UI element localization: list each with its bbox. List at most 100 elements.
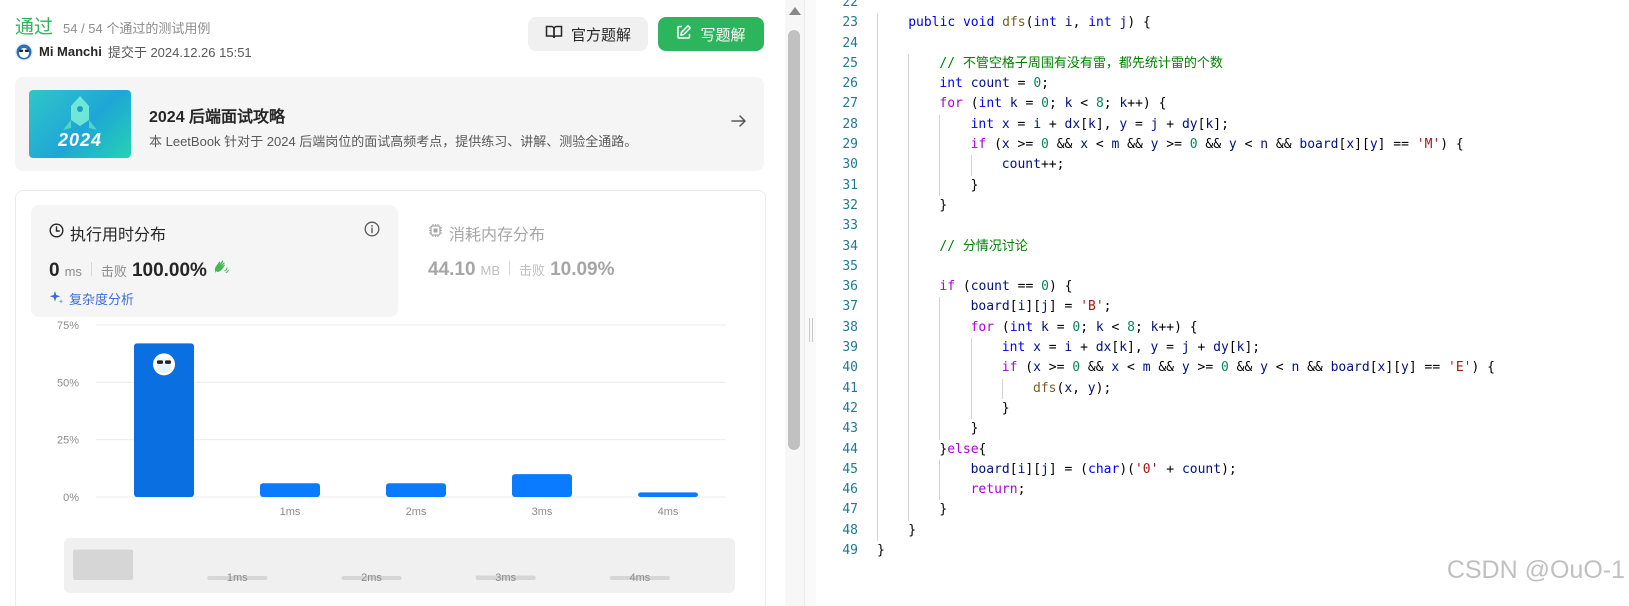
code-line[interactable]: 39 int x = i + dx[k], y = j + dy[k];: [816, 338, 1629, 359]
code-line[interactable]: 31}: [816, 175, 1629, 196]
code-line[interactable]: 25 // 不管空格子周围有没有雷，都先统计雷的个数: [816, 53, 1629, 75]
panel-resize-divider[interactable]: [804, 0, 816, 606]
code-line[interactable]: 45 board[i][j] = (char)('0' + count);: [816, 459, 1629, 481]
code-line[interactable]: 30 count++;: [816, 155, 1629, 176]
status-passed: 通过: [15, 17, 54, 38]
left-panel-scrollbar[interactable]: [785, 0, 804, 606]
code-line[interactable]: 28 int x = i + dx[k], y = j + dy[k];: [816, 114, 1629, 136]
code-line[interactable]: 32}: [816, 195, 1629, 217]
indent-guide: [877, 480, 878, 501]
code-token: ;: [1080, 319, 1096, 335]
code-line[interactable]: 38 for (int k = 0; k < 8; k++) {: [816, 317, 1629, 339]
code-line[interactable]: 48}: [816, 520, 1629, 542]
y-tick-label: 50%: [57, 377, 79, 389]
runtime-summary[interactable]: 执行用时分布 0 ms 击败 100.00% 复杂度分析: [31, 205, 398, 317]
code-line[interactable]: 42}: [816, 398, 1629, 420]
code-token: 8: [1095, 96, 1104, 112]
write-solution-button[interactable]: 写题解: [658, 17, 764, 51]
code-token: char: [1088, 461, 1120, 477]
code-token: // 不管空格子周围有没有雷，都先统计雷的个数: [939, 55, 1223, 71]
code-token: =: [1158, 340, 1182, 356]
x-tick-label: 3ms: [532, 506, 553, 518]
scroll-up-arrow-icon[interactable]: [789, 7, 801, 15]
runtime-distribution-chart[interactable]: 75% 50% 25% 0% 1ms 2ms 3ms 4ms: [31, 319, 751, 534]
line-number: 44: [842, 441, 858, 457]
code-token: ],: [1127, 340, 1151, 356]
code-line[interactable]: 27 for (int k = 0; k < 8; k++) {: [816, 94, 1629, 115]
code-editor[interactable]: 22 23 public void dfs(int i, int j) {24 25/…: [816, 0, 1629, 606]
leetbook-card[interactable]: 2024 2024 后端面试攻略 本 LeetBook 针对于 2024 后端岗…: [15, 77, 764, 171]
code-token: ][: [1354, 137, 1370, 153]
code-line[interactable]: 36 if (count == 0) {: [816, 277, 1629, 298]
code-text: }else{: [939, 440, 986, 460]
code-text: dfs(x, y);: [1033, 379, 1111, 399]
code-line[interactable]: 35: [816, 256, 1629, 278]
code-line[interactable]: 47}: [816, 500, 1629, 521]
code-token: for: [970, 319, 995, 335]
code-token: k: [1095, 319, 1104, 335]
code-token: =: [1017, 96, 1042, 112]
code-line[interactable]: 43}: [816, 419, 1629, 440]
indent-guide: [877, 419, 878, 440]
indent-guide: [877, 13, 878, 34]
line-number: 23: [842, 15, 858, 31]
avatar-icon[interactable]: [15, 42, 33, 61]
code-line[interactable]: 24: [816, 33, 1629, 54]
indent-guide: [877, 500, 878, 521]
code-line[interactable]: 41 dfs(x, y);: [816, 378, 1629, 399]
code-token: int: [978, 96, 1003, 112]
code-token: int: [1001, 340, 1026, 356]
overview-tick-label: 1ms: [227, 572, 248, 584]
indent-guide: [908, 175, 910, 196]
code-token: return: [970, 482, 1018, 498]
code-token: void: [962, 15, 995, 31]
chart-bar[interactable]: [512, 474, 572, 497]
code-line[interactable]: 44 }else{: [816, 439, 1629, 460]
status-line: 通过 54 / 54 个通过的测试用例: [15, 12, 210, 39]
code-token: board: [1299, 137, 1339, 153]
code-token: ][: [1385, 360, 1402, 376]
code-token: <: [1267, 360, 1292, 376]
memory-summary[interactable]: 消耗内存分布 44.10 MB 击败 10.09%: [413, 205, 743, 317]
code-line[interactable]: 40 if (x >= 0 && x < m && y >= 0 && y < n…: [816, 358, 1629, 379]
code-line[interactable]: 23 public void dfs(int i, int j) {: [816, 13, 1629, 34]
code-line[interactable]: 22: [816, 0, 1629, 13]
complexity-analysis-link[interactable]: 复杂度分析: [49, 289, 134, 308]
code-token: k: [1041, 319, 1049, 335]
indent-guide: [939, 378, 941, 399]
code-line[interactable]: 37 board[i][j] = 'B';: [816, 297, 1629, 318]
code-token: x: [1033, 360, 1041, 376]
line-number: 40: [842, 360, 858, 376]
chart-bar[interactable]: [260, 483, 320, 497]
chart-bar[interactable]: [386, 483, 446, 497]
code-line[interactable]: 26 int count = 0;: [816, 74, 1629, 95]
scrollbar-thumb[interactable]: [788, 30, 800, 450]
code-token: 0: [1220, 360, 1229, 376]
chart-bar[interactable]: [638, 492, 698, 497]
code-line[interactable]: 33: [816, 216, 1629, 237]
official-solution-button[interactable]: 官方题解: [528, 17, 648, 51]
author-name[interactable]: Mi Manchi: [39, 44, 102, 59]
book-title: 2024 后端面试攻略: [149, 109, 286, 126]
clap-icon: [212, 259, 229, 281]
code-token: [: [1369, 360, 1378, 376]
runtime-beat-label: 击败: [100, 264, 127, 279]
code-token: i: [1064, 15, 1073, 31]
code-token: k: [1009, 96, 1018, 112]
line-number: 24: [842, 35, 858, 51]
code-token: +: [1189, 340, 1214, 356]
drag-handle-icon[interactable]: [809, 318, 813, 342]
x-tick-label: 2ms: [406, 506, 427, 518]
code-line[interactable]: 46 return;: [816, 480, 1629, 501]
code-line[interactable]: 29 if (x >= 0 && x < m && y >= 0 && y < n…: [816, 135, 1629, 156]
arrow-right-icon[interactable]: [730, 113, 748, 134]
code-line[interactable]: 34 // 分情况讨论: [816, 236, 1629, 257]
chart-overview-brush[interactable]: 1ms 2ms 3ms 4ms: [64, 538, 735, 593]
code-token: (: [994, 319, 1010, 335]
info-icon[interactable]: [364, 221, 380, 242]
code-token: ;: [1017, 482, 1026, 498]
